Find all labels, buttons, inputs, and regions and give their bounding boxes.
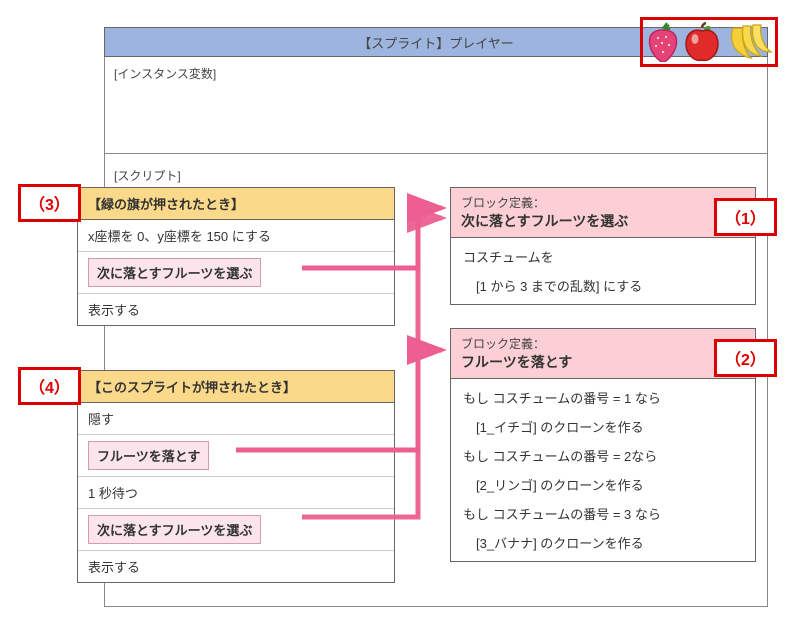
script-green-flag: 【緑の旗が押されたとき】 x座標を 0、y座標を 150 にする 次に落とすフル… (77, 187, 395, 326)
call-choose-next-fruit-2: 次に落とすフルーツを選ぶ (88, 515, 261, 544)
ivars-label: [インスタンス変数] (114, 65, 216, 82)
callout-2: （2） (714, 339, 777, 377)
call-choose-next-fruit: 次に落とすフルーツを選ぶ (88, 258, 261, 287)
script3-row2: 次に落とすフルーツを選ぶ (78, 252, 394, 294)
def2-line2: [1_イチゴ] のクローンを作る (451, 412, 755, 441)
block-def-drop-fruit: ブロック定義： フルーツを落とす もし コスチュームの番号 = 1 なら [1_… (450, 328, 756, 562)
script4-header: 【このスプライトが押されたとき】 (78, 371, 394, 403)
script3-row3: 表示する (78, 294, 394, 325)
def1-header: ブロック定義： 次に落とすフルーツを選ぶ (451, 188, 755, 238)
def1-line2: [1 から 3 までの乱数] にする (451, 271, 755, 300)
scripts-label: [スクリプト] (114, 167, 181, 184)
fruit-icons-box (640, 17, 778, 67)
callout-3: （3） (18, 184, 81, 222)
def1-line1: コスチュームを (451, 242, 755, 271)
panel-divider (104, 153, 768, 154)
def1-name: 次に落とすフルーツを選ぶ (461, 211, 745, 231)
banana-icon (725, 22, 773, 62)
script4-row1: 隠す (78, 403, 394, 435)
diagram-stage: 【スプライト】プレイヤー (0, 0, 800, 618)
script4-row4: 次に落とすフルーツを選ぶ (78, 509, 394, 551)
script4-row5: 表示する (78, 551, 394, 582)
callout-1: （1） (714, 198, 777, 236)
title-text: 【スプライト】プレイヤー (358, 33, 514, 52)
call-drop-fruit: フルーツを落とす (88, 441, 209, 470)
def1-label: ブロック定義： (461, 194, 745, 211)
script4-row3: 1 秒待つ (78, 477, 394, 509)
script4-row2: フルーツを落とす (78, 435, 394, 477)
def2-line4: [2_リンゴ] のクローンを作る (451, 470, 755, 499)
def2-line1: もし コスチュームの番号 = 1 なら (451, 383, 755, 412)
script-sprite-clicked: 【このスプライトが押されたとき】 隠す フルーツを落とす 1 秒待つ 次に落とす… (77, 370, 395, 583)
def2-line6: [3_バナナ] のクローンを作る (451, 528, 755, 557)
apple-icon (682, 22, 722, 62)
strawberry-icon (646, 22, 680, 62)
def2-name: フルーツを落とす (461, 352, 745, 372)
def2-label: ブロック定義： (461, 335, 745, 352)
def2-line3: もし コスチュームの番号 = 2なら (451, 441, 755, 470)
script3-header: 【緑の旗が押されたとき】 (78, 188, 394, 220)
block-def-choose-next-fruit: ブロック定義： 次に落とすフルーツを選ぶ コスチュームを [1 から 3 までの… (450, 187, 756, 305)
def2-line5: もし コスチュームの番号 = 3 なら (451, 499, 755, 528)
callout-4: （4） (18, 367, 81, 405)
script3-row1: x座標を 0、y座標を 150 にする (78, 220, 394, 252)
def2-header: ブロック定義： フルーツを落とす (451, 329, 755, 379)
